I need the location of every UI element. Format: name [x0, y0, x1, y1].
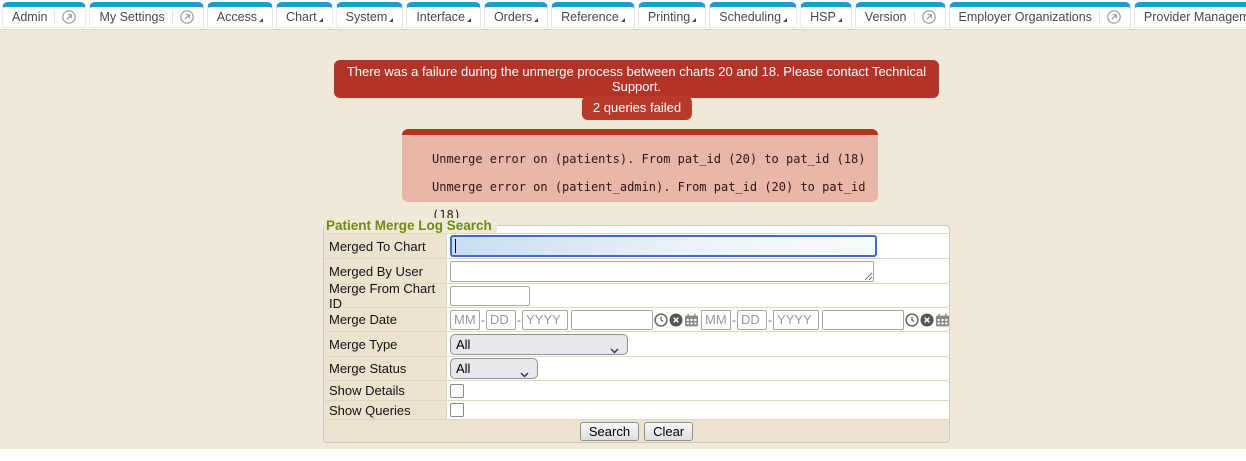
field-label: Merge Date	[324, 312, 447, 327]
tab-provider-management[interactable]: Provider Management	[1134, 2, 1246, 28]
field-label: Show Details	[324, 383, 447, 398]
merge-date-from-mm-input[interactable]	[450, 310, 480, 330]
dropdown-arrow-icon	[621, 18, 625, 22]
tab-label: My Settings	[99, 10, 164, 24]
merge-date-to-time-input[interactable]	[822, 310, 904, 330]
show-details-checkbox[interactable]	[450, 384, 464, 398]
tab-label: Version	[865, 10, 907, 24]
dropdown-arrow-icon	[389, 18, 393, 22]
tab-printing[interactable]: Printing	[638, 2, 706, 28]
queries-failed-badge: 2 queries failed	[582, 96, 692, 120]
calendar-icon[interactable]	[684, 313, 699, 327]
form-row-show-details: Show Details	[324, 380, 949, 400]
error-line: Unmerge error on (patients). From pat_id…	[432, 145, 878, 173]
error-line: Unmerge error on (patient_admin). From p…	[432, 173, 878, 229]
dropdown-arrow-icon	[467, 18, 471, 22]
date-separator: -	[481, 313, 485, 327]
merged-by-user-textarea[interactable]	[450, 261, 874, 282]
form-row-merge-status: Merge Status All	[324, 356, 949, 380]
popout-icon[interactable]	[1099, 10, 1121, 24]
tab-label: HSP	[810, 10, 836, 24]
merge-type-select[interactable]: All	[450, 334, 628, 355]
dropdown-arrow-icon	[534, 18, 538, 22]
date-separator: -	[732, 313, 736, 327]
merge-date-from-dd-input[interactable]	[486, 310, 516, 330]
merge-date-to-yyyy-input[interactable]	[773, 310, 819, 330]
dropdown-arrow-icon	[838, 18, 842, 22]
dropdown-arrow-icon	[259, 18, 263, 22]
tab-label: Printing	[648, 10, 690, 24]
tab-employer-organizations[interactable]: Employer Organizations	[949, 2, 1131, 28]
tab-label: Reference	[561, 10, 619, 24]
date-separator: -	[517, 313, 521, 327]
field-label: Merged To Chart	[324, 239, 447, 254]
clear-circle-icon[interactable]	[920, 313, 934, 327]
form-row-merged-to-chart: Merged To Chart	[324, 233, 949, 258]
field-label: Merged By User	[324, 264, 447, 279]
popout-icon[interactable]	[172, 10, 194, 24]
show-queries-checkbox[interactable]	[450, 403, 464, 417]
unmerge-error-detail-box: Unmerge error on (patients). From pat_id…	[402, 129, 878, 202]
tab-my-settings[interactable]: My Settings	[89, 2, 203, 28]
form-row-show-queries: Show Queries	[324, 400, 949, 419]
text-caret	[455, 239, 456, 253]
form-row-merged-by-user: Merged By User	[324, 258, 949, 283]
tab-scheduling[interactable]: Scheduling	[709, 2, 797, 28]
merge-date-to-mm-input[interactable]	[701, 310, 731, 330]
popout-icon[interactable]	[54, 10, 76, 24]
tab-label: Chart	[286, 10, 317, 24]
tab-label: Provider Management	[1144, 10, 1246, 24]
tab-orders[interactable]: Orders	[484, 2, 548, 28]
calendar-icon[interactable]	[935, 313, 950, 327]
form-row-merge-type: Merge Type All	[324, 331, 949, 356]
tab-label: Employer Organizations	[959, 10, 1092, 24]
merge-status-select[interactable]: All	[450, 358, 538, 379]
dropdown-arrow-icon	[692, 18, 696, 22]
tab-label: Interface	[416, 10, 465, 24]
form-row-merge-from-chart-id: Merge From Chart ID	[324, 283, 949, 307]
tab-label: Admin	[12, 10, 47, 24]
tab-chart[interactable]: Chart	[276, 2, 333, 28]
tab-interface[interactable]: Interface	[406, 2, 481, 28]
merge-from-chart-id-input[interactable]	[450, 286, 530, 306]
dropdown-arrow-icon	[319, 18, 323, 22]
tab-access[interactable]: Access	[207, 2, 273, 28]
tab-version[interactable]: Version	[855, 2, 946, 28]
form-button-row: Search Clear	[324, 419, 949, 442]
tab-label: System	[346, 10, 388, 24]
form-row-merge-date: Merge Date - - - -	[324, 307, 949, 331]
search-button[interactable]: Search	[580, 422, 639, 441]
form-title: Patient Merge Log Search	[325, 218, 497, 233]
unmerge-failure-banner: There was a failure during the unmerge p…	[334, 60, 939, 98]
tab-label: Orders	[494, 10, 532, 24]
merge-date-to-dd-input[interactable]	[737, 310, 767, 330]
merged-to-chart-input[interactable]	[450, 235, 877, 257]
merge-date-from-time-input[interactable]	[571, 310, 653, 330]
tab-label: Scheduling	[719, 10, 781, 24]
field-label: Merge Type	[324, 337, 447, 352]
page-content: There was a failure during the unmerge p…	[0, 30, 1246, 449]
clear-button[interactable]: Clear	[644, 422, 693, 441]
field-label: Merge Status	[324, 361, 447, 376]
dropdown-arrow-icon	[783, 18, 787, 22]
date-separator: -	[768, 313, 772, 327]
app-window: Admin My Settings Access Chart System In…	[0, 0, 1246, 461]
popout-icon[interactable]	[914, 10, 936, 24]
tab-admin[interactable]: Admin	[2, 2, 86, 28]
merge-date-from-yyyy-input[interactable]	[522, 310, 568, 330]
tab-system[interactable]: System	[336, 2, 404, 28]
field-label: Merge From Chart ID	[324, 281, 447, 311]
patient-merge-log-search-form: Merged To Chart Merged By User Merge Fro…	[323, 225, 950, 443]
admin-tab-bar: Admin My Settings Access Chart System In…	[0, 0, 1246, 30]
field-label: Show Queries	[324, 403, 447, 418]
tab-label: Access	[217, 10, 257, 24]
clear-circle-icon[interactable]	[669, 313, 683, 327]
clock-icon[interactable]	[905, 313, 919, 327]
tab-hsp[interactable]: HSP	[800, 2, 852, 28]
tab-reference[interactable]: Reference	[551, 2, 635, 28]
clock-icon[interactable]	[654, 313, 668, 327]
